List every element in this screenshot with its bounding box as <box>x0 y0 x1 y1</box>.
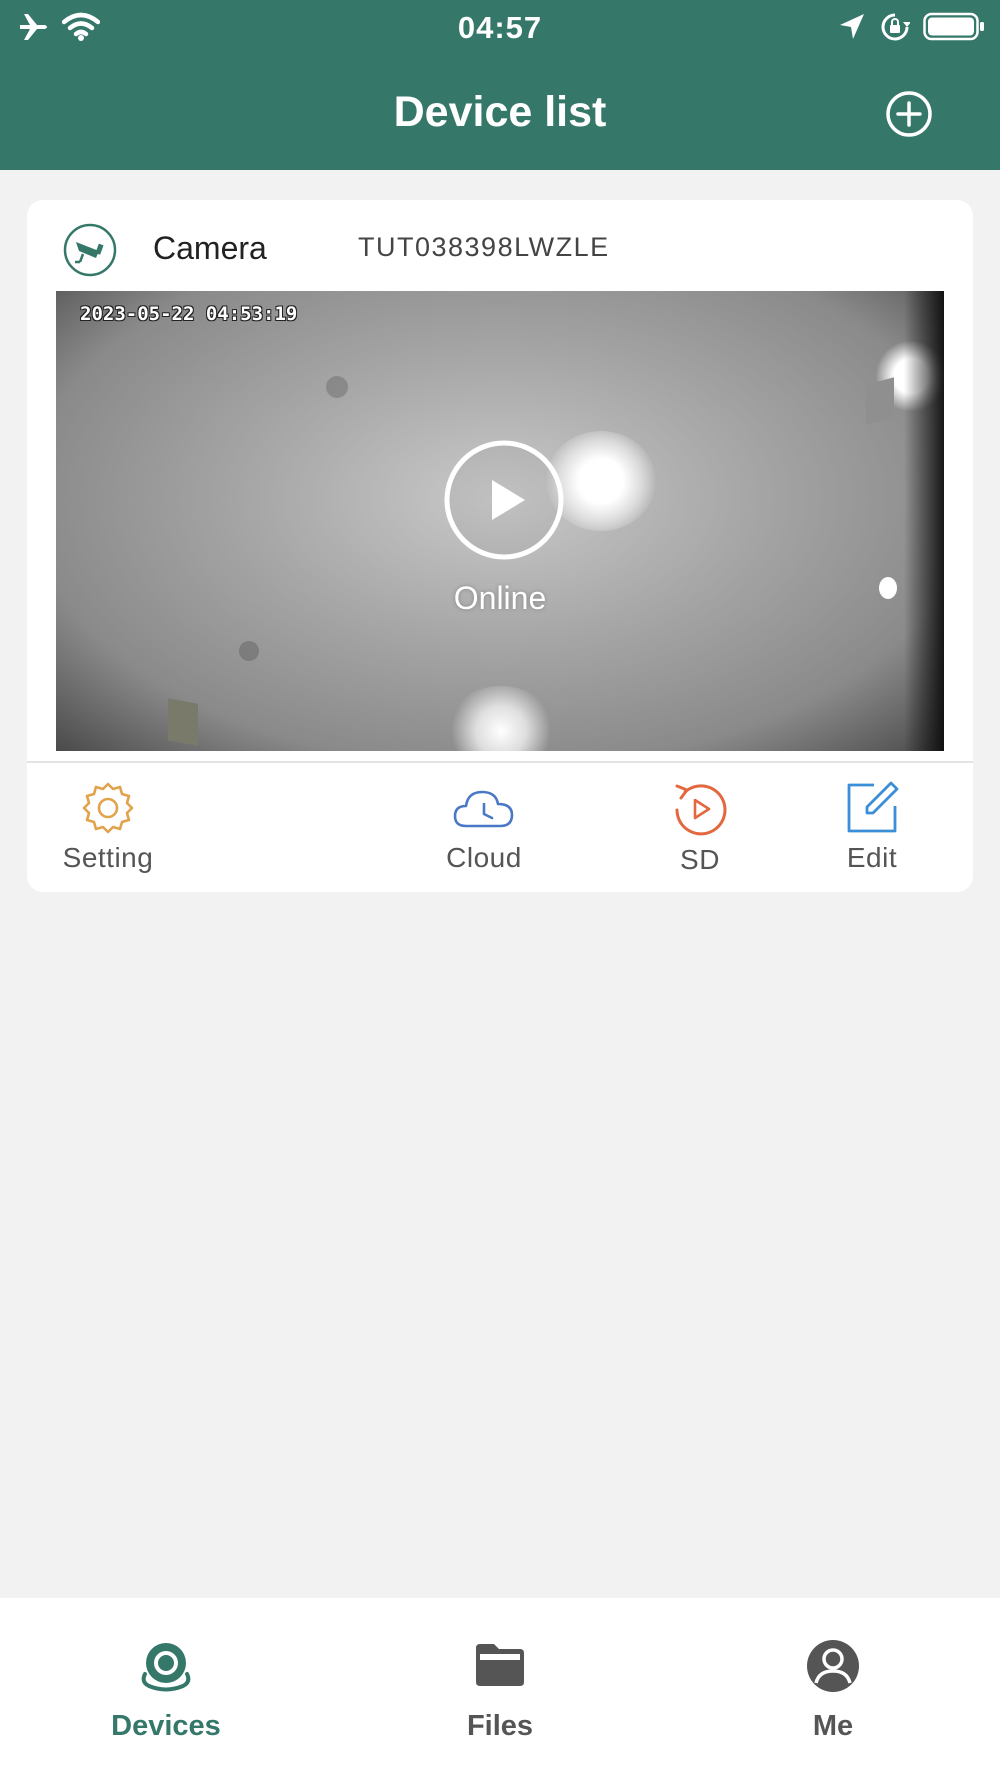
status-bar: 04:57 <box>0 0 1000 56</box>
bottom-tab-bar: Devices Files Me <box>0 1598 1000 1778</box>
edit-label: Edit <box>846 842 898 873</box>
tab-me[interactable]: Me <box>733 1638 933 1743</box>
device-name: Camera <box>153 230 267 266</box>
location-icon <box>840 14 864 39</box>
add-device-button[interactable] <box>885 90 933 138</box>
ceiling-fixture <box>326 376 348 398</box>
camera-icon <box>63 223 117 277</box>
sd-button[interactable]: SD <box>645 780 755 885</box>
cloud-label: Cloud <box>446 842 522 873</box>
user-icon <box>807 1640 859 1692</box>
cloud-button[interactable]: Cloud <box>429 780 539 885</box>
device-card: Camera TUT038398LWZLE 2023-05-22 04:53:1… <box>27 200 973 892</box>
setting-label: Setting <box>62 842 154 873</box>
battery-icon <box>923 12 984 41</box>
ceiling-light <box>446 686 556 751</box>
gear-icon <box>82 782 134 834</box>
tab-files[interactable]: Files <box>400 1638 600 1743</box>
tab-files-label: Files <box>466 1710 534 1742</box>
tab-me-label: Me <box>812 1710 854 1742</box>
tab-devices-label: Devices <box>111 1710 221 1742</box>
camera-preview[interactable]: 2023-05-22 04:53:19 Online <box>56 291 944 751</box>
replay-icon <box>675 784 727 836</box>
wall-outlet <box>168 698 198 746</box>
sd-label: SD <box>680 844 720 875</box>
setting-button[interactable]: Setting <box>53 780 163 885</box>
preview-edge-shadow <box>904 291 944 751</box>
edit-button[interactable]: Edit <box>822 780 922 885</box>
edit-icon <box>847 781 899 833</box>
divider <box>27 761 973 763</box>
play-icon[interactable] <box>443 439 565 561</box>
device-status: Online <box>453 580 547 616</box>
cloud-clock-icon <box>453 790 514 828</box>
app-header: 04:57 Device list <box>0 0 1000 170</box>
air-vent <box>866 377 894 425</box>
ceiling-fixture <box>239 641 259 661</box>
page-title: Device list <box>393 88 607 136</box>
camera-icon <box>141 1643 191 1692</box>
video-timestamp: 2023-05-22 04:53:19 <box>80 303 298 325</box>
device-id: TUT038398LWZLE <box>358 232 610 262</box>
tab-devices[interactable]: Devices <box>66 1638 266 1743</box>
device-card-header: Camera TUT038398LWZLE <box>27 200 973 290</box>
folder-icon <box>476 1644 524 1686</box>
rotation-lock-icon <box>881 13 910 41</box>
